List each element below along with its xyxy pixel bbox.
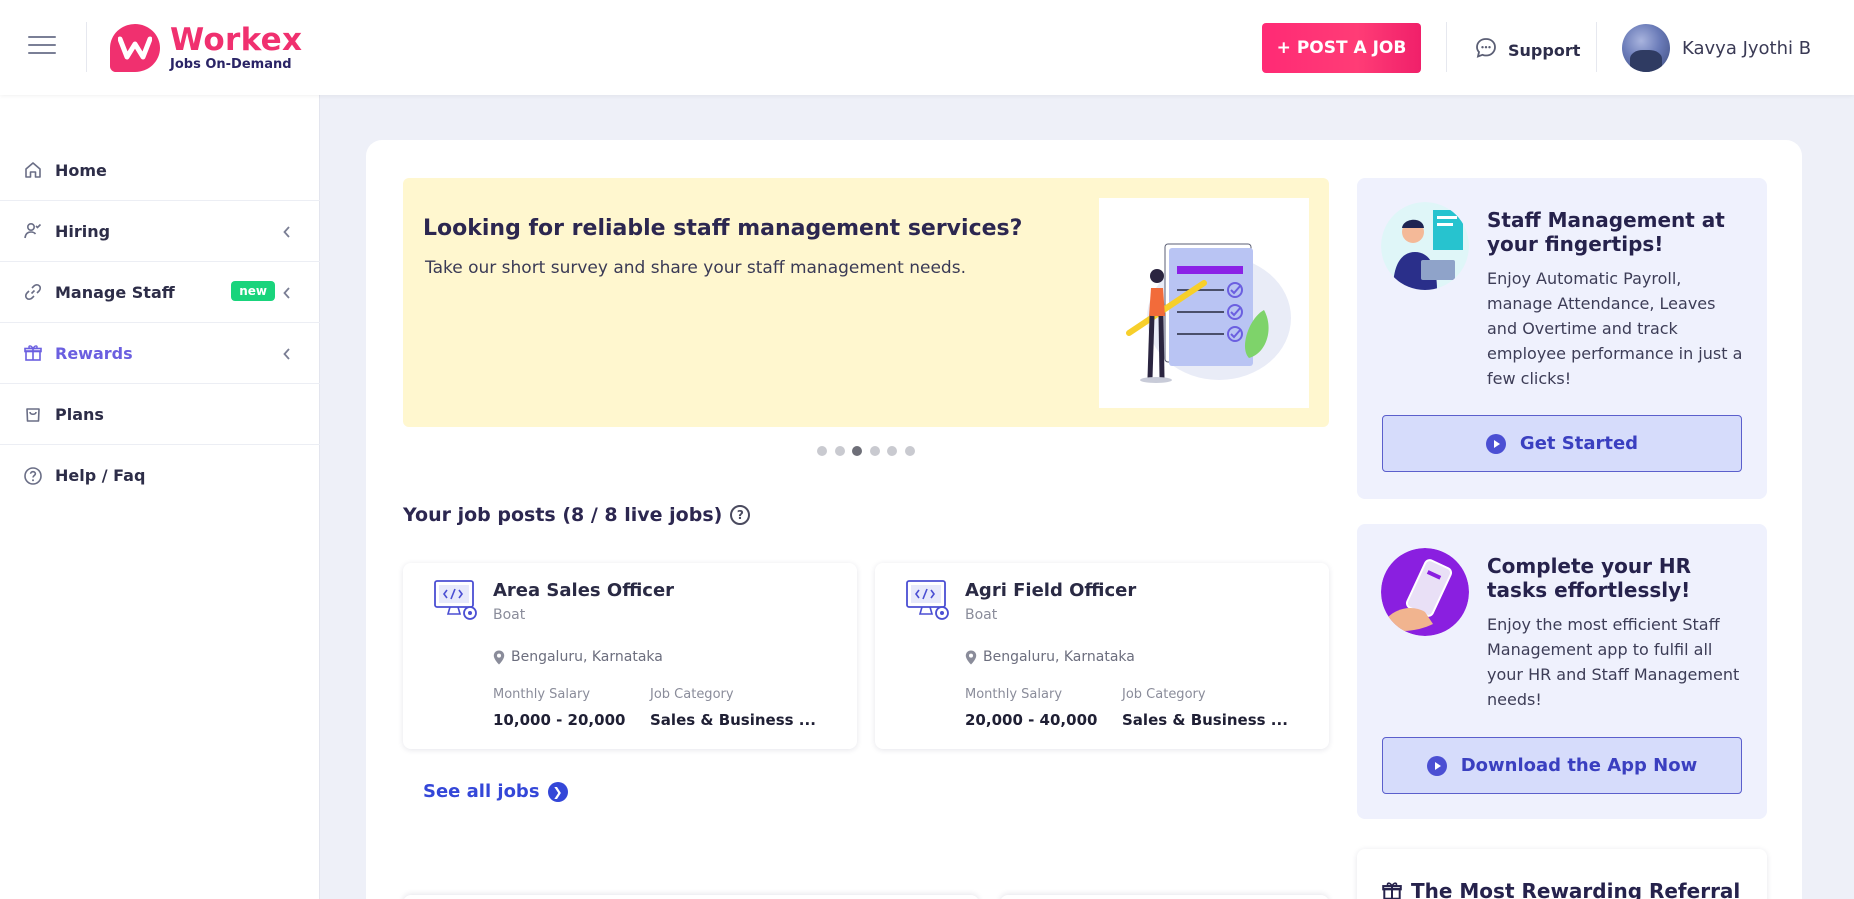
job-card[interactable]: Area Sales Officer Boat Bengaluru, Karna… xyxy=(403,563,857,749)
link-icon xyxy=(22,281,44,303)
top-header: Workex Jobs On-Demand + POST A JOB Suppo… xyxy=(0,0,1854,95)
get-started-button[interactable]: Get Started xyxy=(1382,415,1742,472)
category-value: Sales & Business ... xyxy=(1122,711,1288,729)
support-link[interactable]: Support xyxy=(1474,36,1580,64)
carousel-dot[interactable] xyxy=(904,446,915,456)
download-app-button[interactable]: Download the App Now xyxy=(1382,737,1742,794)
job-card[interactable]: Agri Field Officer Boat Bengaluru, Karna… xyxy=(875,563,1329,749)
category-value: Sales & Business ... xyxy=(650,711,816,729)
promo-title: Staff Management at your fingertips! xyxy=(1487,208,1725,256)
header-divider xyxy=(1596,22,1597,72)
brand-tagline: Jobs On-Demand xyxy=(170,57,292,72)
next-section-card xyxy=(1000,895,1329,899)
location-pin-icon xyxy=(493,650,505,664)
question-circle-icon xyxy=(22,465,44,487)
sidebar-item-label: Plans xyxy=(55,404,104,424)
job-title: Area Sales Officer xyxy=(493,580,675,601)
job-company: Boat xyxy=(965,607,998,623)
sidebar-nav: Home Hiring Manage Staff new Rewards Pla… xyxy=(0,140,320,506)
home-icon xyxy=(22,159,44,181)
avatar xyxy=(1622,24,1670,72)
carousel-dots xyxy=(817,446,922,456)
phone-in-hand-illustration xyxy=(1381,548,1469,636)
job-title: Agri Field Officer xyxy=(965,580,1137,601)
sidebar-item-label: Help / Faq xyxy=(55,466,146,485)
job-location-text: Bengaluru, Karnataka xyxy=(983,649,1135,665)
brand-logo[interactable]: Workex Jobs On-Demand xyxy=(110,24,302,72)
play-circle-icon xyxy=(1426,755,1447,776)
salary-label: Monthly Salary xyxy=(965,687,1063,702)
category-label: Job Category xyxy=(650,687,734,702)
job-location: Bengaluru, Karnataka xyxy=(493,649,663,665)
arrow-right-circle-icon: ❯ xyxy=(547,781,568,802)
banner-title: Looking for reliable staff management se… xyxy=(423,216,1023,241)
carousel-dot[interactable] xyxy=(869,446,880,456)
chevron-left-icon[interactable] xyxy=(282,346,292,365)
checklist-illustration xyxy=(1099,198,1309,408)
person-at-laptop-illustration xyxy=(1381,202,1469,290)
sidebar-item-label: Manage Staff xyxy=(55,282,175,302)
chevron-left-icon[interactable] xyxy=(282,285,292,304)
salary-label: Monthly Salary xyxy=(493,687,591,702)
user-menu[interactable]: Kavya Jyothi B xyxy=(1622,24,1811,72)
download-app-label: Download the App Now xyxy=(1460,755,1698,776)
sidebar-item-help-faq[interactable]: Help / Faq xyxy=(0,445,320,506)
see-all-jobs-link[interactable]: See all jobs ❯ xyxy=(423,781,568,802)
salary-value: 20,000 - 40,000 xyxy=(965,711,1098,729)
brand-title: Workex xyxy=(170,22,303,58)
sidebar-item-label: Home xyxy=(55,160,107,180)
salary-value: 10,000 - 20,000 xyxy=(493,711,626,729)
new-badge: new xyxy=(231,281,275,301)
gift-icon xyxy=(22,342,44,364)
banner-subtitle: Take our short survey and share your sta… xyxy=(425,258,966,278)
carousel-dot-active[interactable] xyxy=(852,446,862,456)
referral-card[interactable]: The Most Rewarding Referral xyxy=(1357,849,1767,899)
carousel-dot[interactable] xyxy=(834,446,845,456)
sidebar-item-home[interactable]: Home xyxy=(0,140,320,201)
sidebar-item-manage-staff[interactable]: Manage Staff new xyxy=(0,262,320,323)
header-divider xyxy=(86,22,87,72)
sidebar-item-label: Hiring xyxy=(55,221,111,241)
survey-banner[interactable]: Looking for reliable staff management se… xyxy=(403,178,1329,427)
get-started-label: Get Started xyxy=(1519,433,1639,454)
promo-text: Enjoy Automatic Payroll, manage Attendan… xyxy=(1487,269,1743,388)
chevron-left-icon[interactable] xyxy=(282,224,292,243)
next-section-card xyxy=(403,895,979,899)
computer-code-icon xyxy=(905,577,951,627)
promo-text: Enjoy the most efficient Staff Managemen… xyxy=(1487,615,1740,709)
job-company: Boat xyxy=(493,607,526,623)
promo-title: Complete your HR tasks effortlessly! xyxy=(1487,554,1692,602)
sidebar: Home Hiring Manage Staff new Rewards Pla… xyxy=(0,95,320,899)
carousel-dot[interactable] xyxy=(817,446,827,456)
referral-title: The Most Rewarding Referral xyxy=(1381,879,1740,899)
hamburger-menu-icon[interactable] xyxy=(28,36,56,56)
question-circle-icon[interactable]: ? xyxy=(730,505,751,525)
job-location: Bengaluru, Karnataka xyxy=(965,649,1135,665)
header-divider xyxy=(1446,22,1447,72)
workex-logo-icon xyxy=(110,24,160,72)
location-pin-icon xyxy=(965,650,977,664)
sidebar-item-label: Rewards xyxy=(55,343,133,363)
gift-icon xyxy=(1382,882,1402,899)
job-location-text: Bengaluru, Karnataka xyxy=(511,649,663,665)
support-label: Support xyxy=(1508,40,1581,60)
carousel-dot[interactable] xyxy=(887,446,897,456)
see-all-jobs-label: See all jobs xyxy=(423,781,540,802)
computer-code-icon xyxy=(433,577,479,627)
sidebar-item-hiring[interactable]: Hiring xyxy=(0,201,320,262)
sidebar-item-plans[interactable]: Plans xyxy=(0,384,320,445)
person-check-icon xyxy=(22,220,44,242)
staff-management-promo: Staff Management at your fingertips! Enj… xyxy=(1357,178,1767,499)
referral-title-text: The Most Rewarding Referral xyxy=(1411,879,1741,899)
job-posts-heading: Your job posts (8 / 8 live jobs) ? xyxy=(403,504,751,526)
user-name: Kavya Jyothi B xyxy=(1682,37,1812,59)
chat-bubble-icon xyxy=(1474,36,1498,64)
post-a-job-button[interactable]: + POST A JOB xyxy=(1262,23,1421,73)
hr-tasks-promo: Complete your HR tasks effortlessly! Enj… xyxy=(1357,524,1767,819)
bag-icon xyxy=(22,403,44,425)
play-circle-icon xyxy=(1485,433,1506,454)
sidebar-item-rewards[interactable]: Rewards xyxy=(0,323,320,384)
category-label: Job Category xyxy=(1122,687,1206,702)
job-posts-heading-text: Your job posts (8 / 8 live jobs) xyxy=(403,504,723,526)
